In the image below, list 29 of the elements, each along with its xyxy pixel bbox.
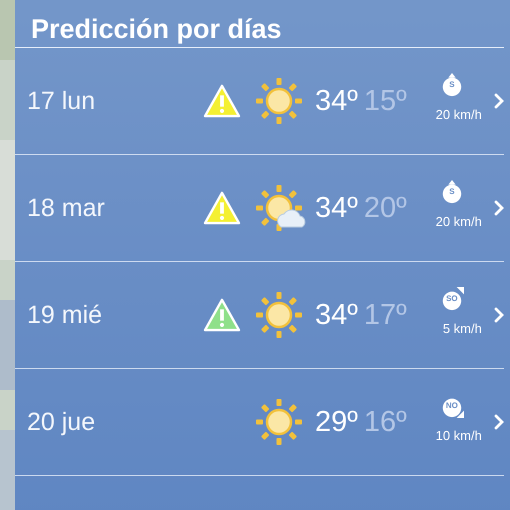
wind-direction: S — [448, 187, 456, 196]
wind-speed: 5 km/h — [442, 321, 482, 336]
day-label: 18 mar — [26, 194, 106, 222]
wind-speed: 10 km/h — [436, 428, 482, 443]
day-label: 17 lun — [26, 86, 96, 116]
max-temperature: 29º — [315, 406, 358, 438]
wind-direction: SO — [445, 294, 459, 303]
chevron-icon — [494, 93, 504, 109]
day-label: 20 jue — [26, 408, 96, 436]
wind-direction: NO — [444, 401, 459, 410]
section-title: Predicción por días — [15, 0, 504, 48]
wind-speed: 20 km/h — [436, 107, 482, 122]
min-temperature: 15º — [364, 84, 408, 118]
chevron-icon — [494, 414, 504, 430]
max-temperature: 34º — [315, 298, 358, 332]
day-label: 19 mié — [26, 300, 104, 330]
wind-speed: 20 km/h — [436, 214, 482, 229]
wind-direction: S — [448, 80, 456, 89]
forecast-row[interactable]: 19 mié 34º 17º SO 5 km/h — [15, 262, 504, 369]
chevron-icon — [494, 307, 504, 323]
forecast-row[interactable]: 17 lun 34º 15º S 20 km/h — [15, 48, 504, 155]
forecast-row[interactable]: 18 mar 34º 20º S 20 km/h — [15, 155, 504, 262]
max-temperature: 34º — [315, 192, 358, 224]
min-temperature: 16º — [364, 406, 408, 438]
chevron-icon — [494, 200, 504, 216]
max-temperature: 34º — [315, 84, 358, 118]
min-temperature: 20º — [364, 192, 408, 224]
min-temperature: 17º — [364, 298, 408, 332]
forecast-row[interactable]: 20 jue 29º 16º NO 10 km/h — [15, 369, 504, 476]
